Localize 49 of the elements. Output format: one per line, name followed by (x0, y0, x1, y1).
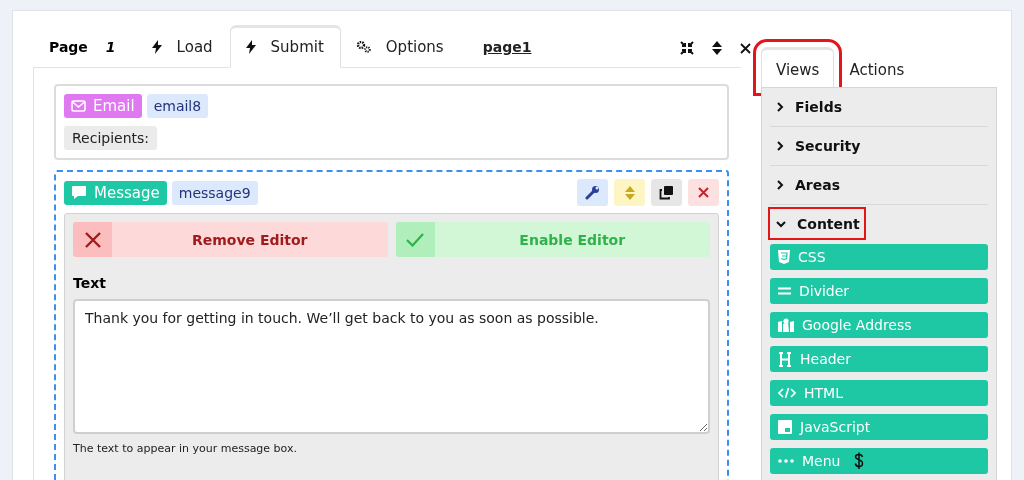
section-header[interactable]: Fields (770, 88, 988, 127)
text-label: Text (73, 275, 107, 291)
tab[interactable]: Actions (834, 49, 920, 88)
code-icon (778, 387, 796, 399)
heading-icon (778, 351, 792, 367)
email-badge: Email (64, 94, 142, 118)
bolt-icon (244, 40, 257, 54)
chevron-right-icon (776, 180, 784, 190)
equals-icon (778, 287, 791, 295)
close-icon (698, 187, 709, 198)
copy-button[interactable] (651, 179, 682, 206)
tab[interactable]: Load (135, 27, 230, 68)
map-icon (778, 318, 794, 332)
speech-bubble-icon (71, 185, 87, 200)
tab[interactable]: Options (340, 27, 461, 68)
wrench-icon (585, 185, 600, 200)
css-icon (778, 250, 790, 264)
field-name-tag: email8 (146, 94, 209, 118)
copy-icon (659, 185, 674, 200)
cross-icon (84, 231, 101, 248)
tab[interactable]: Submit (229, 25, 341, 68)
sort-icon[interactable] (712, 41, 722, 55)
page-number: 1 (105, 39, 116, 57)
sort-icon (624, 185, 635, 200)
message-textarea[interactable]: Thank you for getting in touch. We’ll get back to you as soon as possible. (73, 299, 710, 434)
close-icon[interactable] (740, 42, 751, 54)
field-name-tag: message9 (171, 180, 258, 205)
page-link[interactable]: page1 (482, 39, 532, 55)
section-header[interactable]: Content (770, 209, 864, 238)
help-text: The text to appear in your message box. (73, 442, 298, 455)
recipients-label: Recipients: (64, 126, 158, 150)
section-header[interactable]: Security (770, 127, 988, 166)
message-badge: Message (64, 180, 167, 205)
wrench-button[interactable] (577, 179, 608, 206)
delete-button[interactable] (688, 179, 719, 206)
check-icon (406, 232, 424, 247)
section-header[interactable]: Areas (770, 166, 988, 205)
dollar-icon (854, 452, 865, 470)
chevron-right-icon (776, 141, 784, 151)
compress-icon[interactable] (680, 41, 694, 55)
page-label: Page (49, 39, 88, 57)
chevron-down-icon (776, 219, 786, 228)
envelope-icon (71, 100, 86, 112)
gears-icon (355, 41, 372, 53)
js-file-icon (778, 420, 792, 434)
chevron-right-icon (776, 102, 784, 112)
bolt-icon (150, 40, 163, 54)
ellipsis-icon (778, 459, 794, 463)
remove-editor-button[interactable]: Remove Editor (73, 222, 388, 257)
